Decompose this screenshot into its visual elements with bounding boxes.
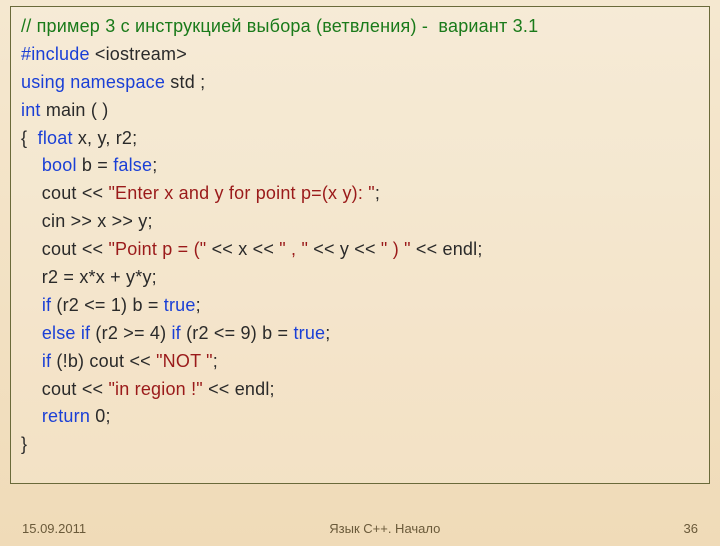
txt	[21, 155, 42, 175]
txt: (r2 >= 4)	[90, 323, 171, 343]
code-line: cout << "Point p = (" << x << " , " << y…	[21, 236, 699, 264]
kw-bool: bool	[42, 155, 77, 175]
txt: x, y, r2;	[73, 128, 138, 148]
code-line: using namespace std ;	[21, 69, 699, 97]
code-line: bool b = false;	[21, 152, 699, 180]
txt: <iostream>	[90, 44, 187, 64]
code-line: cin >> x >> y;	[21, 208, 699, 236]
txt: ;	[375, 183, 380, 203]
kw-true: true	[164, 295, 196, 315]
txt: (!b) cout <<	[51, 351, 156, 371]
footer-date: 15.09.2011	[22, 521, 86, 536]
code-line: if (!b) cout << "NOT ";	[21, 348, 699, 376]
kw-if: if	[42, 351, 51, 371]
slide-footer: 15.09.2011 Язык С++. Начало 36	[0, 521, 720, 536]
txt	[21, 295, 42, 315]
string-literal: "NOT "	[156, 351, 213, 371]
txt: r2 = x*x + y*y;	[21, 267, 157, 287]
txt: cout <<	[21, 183, 108, 203]
txt	[21, 406, 42, 426]
txt: main ( )	[41, 100, 109, 120]
string-literal: "Point p = ("	[108, 239, 206, 259]
kw-if: if	[42, 295, 51, 315]
code-line: // пример 3 с инструкцией выбора (ветвле…	[21, 13, 699, 41]
kw-float: float	[38, 128, 73, 148]
string-literal: "Enter x and y for point p=(x y): "	[108, 183, 374, 203]
txt: << x <<	[206, 239, 279, 259]
string-literal: " ) "	[381, 239, 411, 259]
txt: b =	[77, 155, 114, 175]
txt: 0;	[90, 406, 111, 426]
code-line: r2 = x*x + y*y;	[21, 264, 699, 292]
kw-return: return	[42, 406, 90, 426]
comment: // пример 3 с инструкцией выбора (ветвле…	[21, 16, 538, 36]
txt: cin >> x >> y;	[21, 211, 153, 231]
string-literal: " , "	[279, 239, 308, 259]
code-line: int main ( )	[21, 97, 699, 125]
kw-else-if: else if	[42, 323, 90, 343]
kw-using: using namespace	[21, 72, 165, 92]
txt: << endl;	[411, 239, 483, 259]
code-line: #include <iostream>	[21, 41, 699, 69]
txt: (r2 <= 9) b =	[181, 323, 294, 343]
code-line: return 0;	[21, 403, 699, 431]
kw-int: int	[21, 100, 41, 120]
txt: }	[21, 434, 27, 454]
txt: cout <<	[21, 379, 108, 399]
txt: ;	[196, 295, 201, 315]
txt: (r2 <= 1) b =	[51, 295, 164, 315]
kw-if: if	[171, 323, 180, 343]
txt	[21, 351, 42, 371]
txt: << endl;	[203, 379, 275, 399]
code-line: }	[21, 431, 699, 459]
string-literal: "in region !"	[108, 379, 202, 399]
code-line: if (r2 <= 1) b = true;	[21, 292, 699, 320]
txt: cout <<	[21, 239, 108, 259]
txt: ;	[213, 351, 218, 371]
kw-include: #include	[21, 44, 90, 64]
txt	[21, 323, 42, 343]
txt: std ;	[165, 72, 205, 92]
footer-page: 36	[684, 521, 698, 536]
code-line: { float x, y, r2;	[21, 125, 699, 153]
code-line: cout << "in region !" << endl;	[21, 376, 699, 404]
kw-false: false	[113, 155, 152, 175]
kw-true: true	[293, 323, 325, 343]
code-line: cout << "Enter x and y for point p=(x y)…	[21, 180, 699, 208]
txt: ;	[325, 323, 330, 343]
txt: ;	[152, 155, 157, 175]
txt: {	[21, 128, 38, 148]
footer-title: Язык С++. Начало	[329, 521, 440, 536]
code-line: else if (r2 >= 4) if (r2 <= 9) b = true;	[21, 320, 699, 348]
txt: << y <<	[308, 239, 381, 259]
code-box: // пример 3 с инструкцией выбора (ветвле…	[10, 6, 710, 484]
